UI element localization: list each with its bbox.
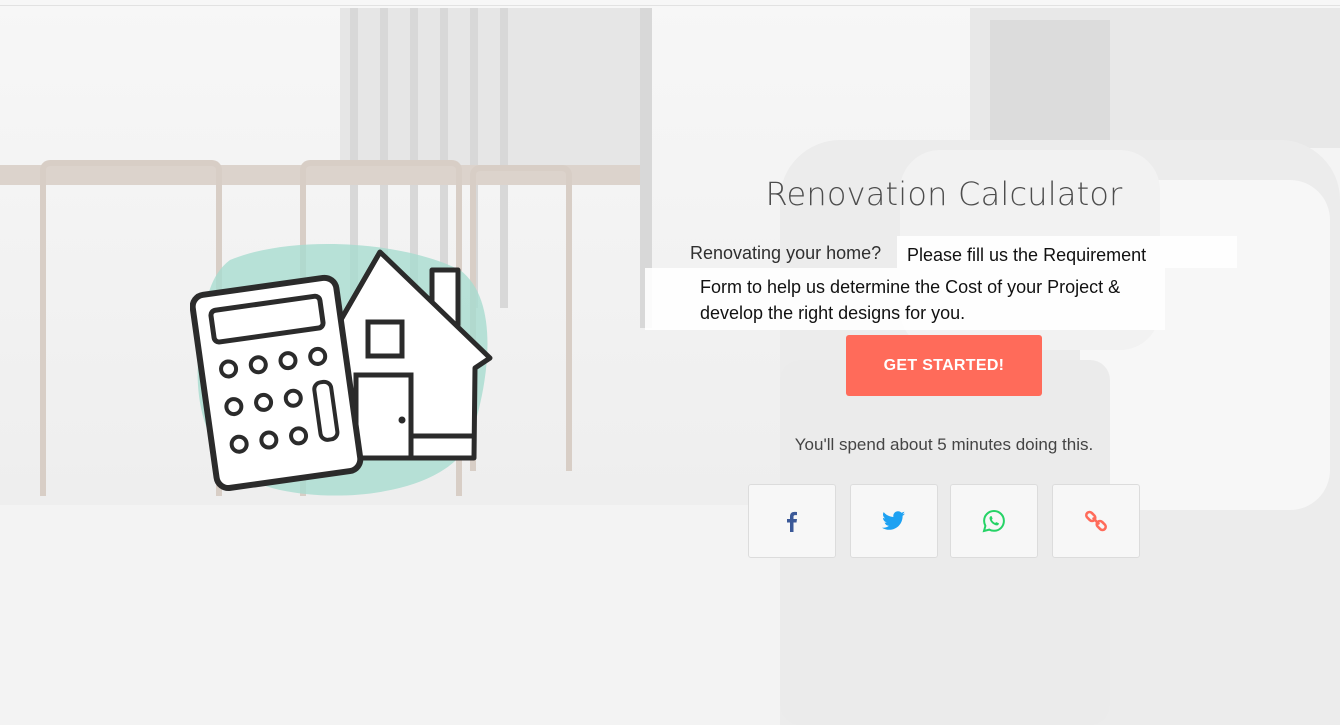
share-copy-link-button[interactable]: [1052, 484, 1140, 558]
share-whatsapp-button[interactable]: [950, 484, 1038, 558]
lead-question: Renovating your home?: [690, 243, 882, 263]
share-facebook-button[interactable]: [748, 484, 836, 558]
requirement-line-3: develop the right designs for you.: [700, 303, 966, 323]
requirement-text-box-2: Form to help us determine the Cost of yo…: [645, 268, 1165, 330]
twitter-icon: [882, 511, 905, 530]
link-icon: [1085, 510, 1107, 532]
facebook-icon: [787, 511, 797, 532]
top-border: [0, 5, 1340, 6]
calculator-house-illustration: [190, 243, 493, 496]
get-started-button[interactable]: GET STARTED!: [846, 335, 1042, 396]
requirement-text-box-1: Please fill us the Requirement: [897, 236, 1237, 268]
share-twitter-button[interactable]: [850, 484, 938, 558]
page-title: Renovation Calculator: [765, 175, 1123, 213]
requirement-line-1: Please fill us the Requirement: [907, 245, 1147, 265]
time-estimate-note: You'll spend about 5 minutes doing this.: [794, 435, 1094, 454]
requirement-line-2: Form to help us determine the Cost of yo…: [700, 277, 1121, 297]
whatsapp-icon: [982, 509, 1005, 533]
